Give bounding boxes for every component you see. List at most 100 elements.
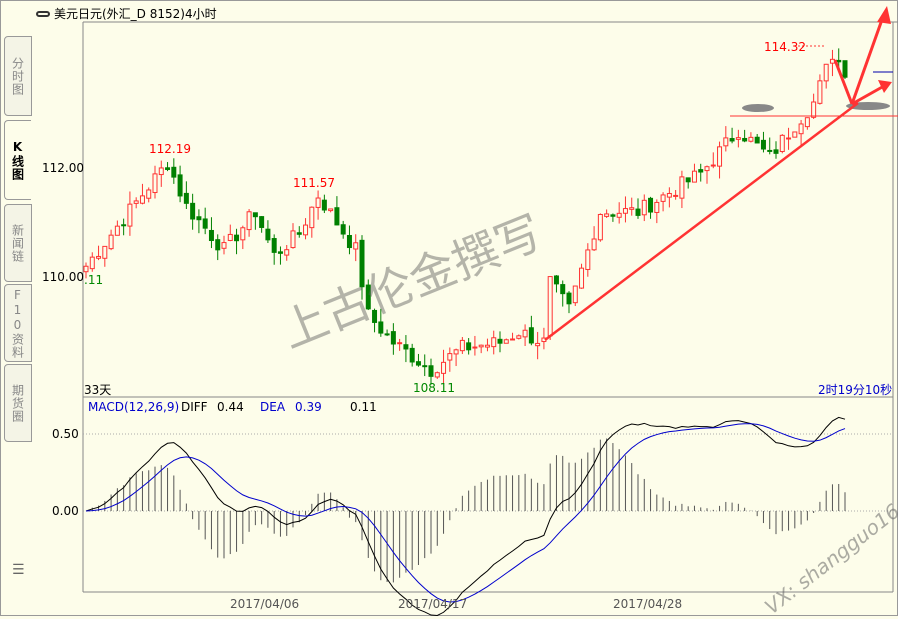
candle — [629, 197, 635, 216]
candle — [510, 332, 516, 341]
period-label: 33天 — [84, 383, 112, 397]
candle — [353, 234, 359, 262]
candle — [742, 129, 748, 143]
diff-value: 0.44 — [217, 400, 244, 414]
candle — [139, 183, 145, 205]
candle — [798, 119, 804, 148]
candle — [591, 226, 597, 252]
candle — [171, 158, 177, 184]
diff-line — [85, 416, 846, 616]
candle — [303, 218, 309, 240]
candle — [240, 225, 246, 250]
dea-line — [85, 423, 846, 603]
peak-label: 114.32 — [764, 40, 806, 54]
candle — [478, 344, 484, 354]
candle — [221, 235, 227, 255]
candle — [340, 220, 346, 239]
candle — [321, 194, 327, 214]
x-tick: 2017/04/17 — [398, 597, 468, 611]
candle — [146, 187, 152, 203]
candle — [165, 162, 171, 172]
candle — [679, 170, 685, 209]
candle — [284, 244, 290, 261]
low-label: 108.11 — [413, 381, 455, 395]
candle — [234, 228, 240, 255]
candle — [403, 335, 409, 363]
candle — [259, 216, 265, 233]
candle — [334, 196, 340, 226]
candle — [202, 207, 208, 235]
countdown: 2时19分10秒 — [818, 383, 893, 397]
candle — [415, 353, 421, 367]
candle — [466, 338, 472, 355]
chart-canvas[interactable] — [0, 0, 898, 616]
candle — [748, 132, 754, 143]
candle — [152, 165, 158, 199]
candle — [660, 192, 666, 212]
candle — [503, 338, 509, 344]
candle — [773, 141, 779, 159]
candle — [114, 220, 120, 236]
candle — [397, 338, 403, 351]
candle — [290, 223, 296, 249]
trend-line — [544, 102, 859, 341]
candle — [729, 127, 735, 144]
candle — [133, 197, 139, 209]
x-tick: 2017/04/06 — [230, 597, 300, 611]
candle — [296, 226, 302, 238]
candle — [585, 243, 591, 277]
candle — [779, 134, 785, 154]
candle — [328, 208, 334, 213]
candle — [754, 134, 760, 144]
candle — [823, 63, 829, 89]
candle — [422, 354, 428, 377]
candle — [648, 196, 654, 219]
candle — [459, 337, 465, 354]
candle — [817, 74, 823, 105]
candle — [842, 60, 848, 79]
y-tick: 0.00 — [52, 504, 79, 518]
candle — [579, 263, 585, 289]
diff-label: DIFF — [181, 400, 208, 414]
candle — [265, 220, 271, 244]
dea-value: 0.39 — [295, 400, 322, 414]
candle — [384, 329, 390, 337]
candle — [566, 291, 572, 314]
candle — [522, 324, 528, 347]
candle — [447, 347, 453, 372]
candle — [484, 338, 490, 352]
candle — [434, 371, 440, 379]
candle — [472, 335, 478, 356]
candle — [190, 193, 196, 230]
low-label: .11 — [84, 273, 104, 287]
candle — [572, 285, 578, 307]
candle — [196, 209, 202, 234]
candle — [158, 160, 164, 187]
candle — [760, 131, 766, 153]
candle — [315, 190, 321, 220]
candle — [409, 343, 415, 367]
candle — [604, 209, 610, 218]
candle — [673, 190, 679, 200]
high-label: 112.19 — [149, 142, 191, 156]
candle — [610, 213, 616, 222]
candle — [96, 245, 102, 261]
arrowhead-icon — [877, 6, 891, 24]
candle — [691, 163, 697, 183]
trend-annotations — [544, 6, 898, 341]
candle — [516, 334, 522, 340]
candle — [723, 126, 729, 152]
candle — [717, 141, 723, 179]
candle — [804, 117, 810, 130]
candle — [453, 348, 459, 367]
candle — [271, 234, 277, 265]
candle — [346, 225, 352, 255]
candle — [252, 212, 258, 230]
candle — [215, 234, 221, 261]
candle — [491, 330, 497, 355]
candle — [108, 229, 114, 251]
candle — [553, 275, 559, 293]
candle — [685, 177, 691, 189]
candle — [597, 213, 603, 242]
high-label: 111.57 — [293, 176, 335, 190]
